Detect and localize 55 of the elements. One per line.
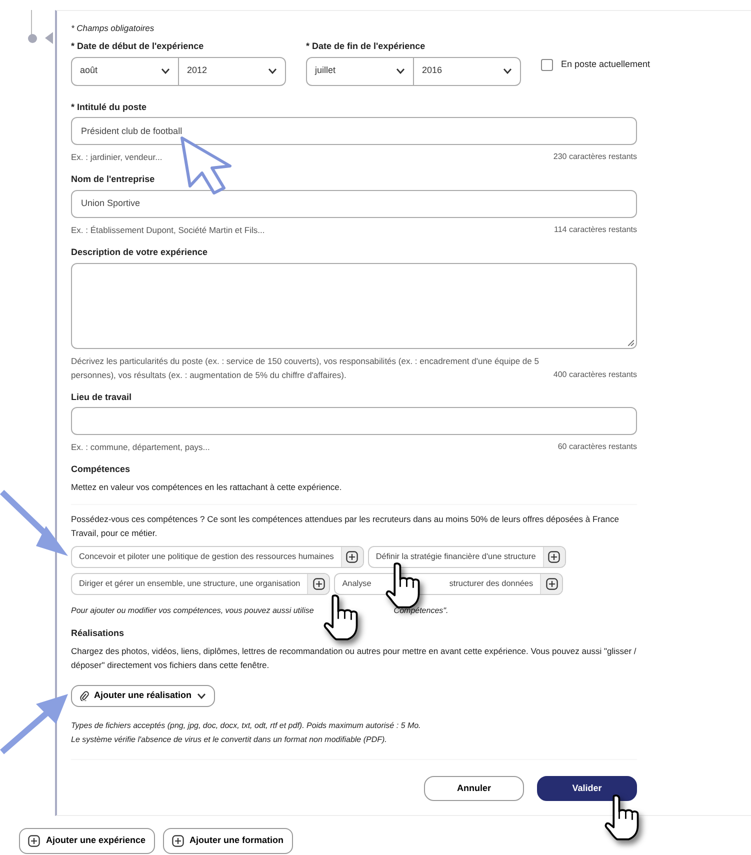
character-counter: 60 caractères restants: [558, 441, 637, 454]
add-button[interactable]: Ajouter une expérience: [19, 828, 155, 854]
plus-icon: [546, 578, 558, 590]
character-counter: 230 caractères restants: [553, 151, 637, 164]
skill-label: Diriger et gérer un ensemble, une structure, une organisation: [78, 578, 302, 590]
paperclip-icon: [80, 690, 89, 701]
field-label: * Date de fin de l'expérience: [306, 41, 426, 53]
help-text: Ex. : Établissement Dupont, Société Martin et Fils...: [71, 224, 265, 238]
question-text: Possédez-vous ces compétences ? Ce sont les compétences attendues par les recruteurs dans au moins 50% de leurs offres déposées à France Travail, pour ce métier.: [71, 513, 620, 540]
field-label: * Date de début de l'expérience: [71, 41, 205, 53]
input-field[interactable]: Président club de football: [71, 117, 637, 146]
skill-label: Analyse: [341, 578, 372, 590]
checkbox[interactable]: [541, 59, 553, 72]
hint-text: Compétences".: [394, 605, 448, 618]
section-title: Réalisations: [71, 628, 126, 640]
checkbox-label: En poste actuellement: [561, 59, 650, 71]
caret-icon: [196, 692, 206, 699]
plus-icon: [172, 834, 184, 847]
add-skill-button[interactable]: [307, 574, 330, 594]
help-text: Ex. : jardinier, vendeur...: [71, 151, 162, 164]
skill-label: structurer des données: [448, 578, 534, 590]
plus-icon: [312, 578, 325, 590]
help-text: Ex. : commune, département, pays...: [71, 441, 210, 454]
submit-button[interactable]: Valider: [537, 776, 637, 801]
field-label: Lieu de travail: [71, 392, 133, 404]
add-skill-button[interactable]: [542, 547, 565, 568]
input-field[interactable]: [71, 407, 637, 436]
field-label: Nom de l'entreprise: [71, 174, 156, 186]
resize-handle-icon[interactable]: [628, 340, 634, 346]
input-field[interactable]: Union Sportive: [71, 190, 637, 218]
info-text: Le système vérifie l'absence de virus et le convertit dans un format non modifiable (PDF).: [71, 734, 388, 746]
field-label: Description de votre expérience: [71, 247, 209, 259]
skill-label: Définir la stratégie financière d'une structure: [374, 550, 537, 563]
section-text: Mettez en valeur vos compétences en les rattachant à cette expérience.: [71, 481, 343, 494]
timeline-dot: [28, 34, 37, 43]
field-label: * Intitulé du poste: [71, 102, 148, 114]
section-title: Compétences: [71, 464, 132, 476]
cancel-button[interactable]: Annuler: [424, 776, 524, 801]
add-achievement-button[interactable]: Ajouter une réalisation: [71, 684, 215, 707]
pointer-triangle-icon: [45, 32, 53, 44]
help-text: Décrivez les particularités du poste (ex. : service de 150 couverts), vos responsabilités (ex. : encadrement d'une équipe de 5 personnes), vos résultats (ex. : augmentation de 5% du chiffre d'affaires).: [71, 354, 540, 382]
plus-icon: [28, 834, 40, 847]
add-button[interactable]: Ajouter une formation: [162, 828, 293, 854]
hint-text: Pour ajouter ou modifier vos compétences, vous pouvez aussi utilise: [71, 605, 314, 618]
info-text: Types de fichiers acceptés (png, jpg, doc, docx, txt, odt, rtf et pdf). Poids maximum autorisé : 5 Mo.: [71, 720, 422, 732]
character-counter: 400 caractères restants: [553, 368, 637, 381]
section-text: Chargez des photos, vidéos, liens, diplômes, lettres de recommandation ou autres pour mettre en avant cette expérience. Vous pouvez aussi "glisser / déposer" directement vos fichiers dans cette fenêtre.: [71, 644, 637, 672]
plus-icon: [346, 551, 358, 564]
skill-label: Concevoir et piloter une politique de gestion des ressources humaines: [78, 550, 335, 563]
add-skill-button[interactable]: [340, 547, 363, 568]
add-skill-button[interactable]: [540, 574, 562, 594]
cursor-arrow-icon: [180, 136, 234, 196]
character-counter: 114 caractères restants: [554, 224, 637, 236]
required-note: * Champs obligatoires: [71, 23, 156, 34]
plus-icon: [548, 551, 560, 564]
